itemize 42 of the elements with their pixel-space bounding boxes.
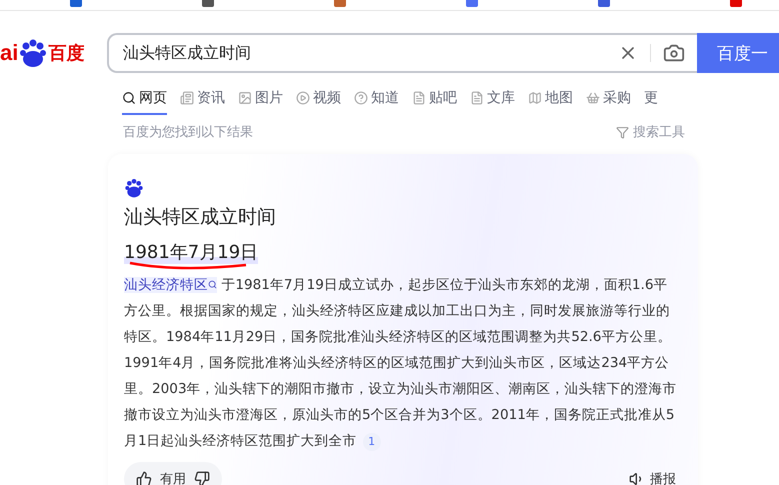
bookmark-icon[interactable]: [70, 0, 82, 7]
nav-tab[interactable]: 更: [644, 83, 658, 115]
nav-tab[interactable]: 采购: [586, 83, 631, 115]
thumbs-down-icon[interactable]: [194, 471, 210, 485]
tab-icon: [354, 91, 368, 105]
baidu-logo[interactable]: ai 百度: [0, 38, 107, 68]
tab-icon: [180, 91, 194, 105]
nav-tab[interactable]: 资讯: [180, 83, 225, 115]
nav-tab[interactable]: 地图: [528, 83, 573, 115]
search-button[interactable]: 百度一: [697, 33, 779, 73]
nav-tab[interactable]: 文库: [470, 83, 515, 115]
nav-tab[interactable]: 视频: [296, 83, 341, 115]
tab-icon: [528, 91, 542, 105]
tab-icon: [586, 91, 600, 105]
bookmark-icon[interactable]: [466, 0, 478, 7]
search-field[interactable]: 汕头特区成立时间: [107, 33, 697, 73]
tab-icon: [296, 91, 310, 105]
tab-icon: [470, 91, 484, 105]
term-link[interactable]: 汕头经济特区: [124, 277, 217, 293]
bookmark-icon[interactable]: [334, 0, 346, 7]
tab-icon: [412, 91, 426, 105]
bookmark-icon[interactable]: [598, 0, 610, 7]
useful-button[interactable]: 有用: [124, 462, 222, 485]
camera-icon[interactable]: [663, 42, 685, 64]
filter-icon: [616, 126, 629, 138]
tab-icon: [122, 91, 136, 105]
answer-title: 汕头特区成立时间: [124, 205, 277, 230]
search-icon: [208, 280, 217, 289]
paw-icon: [124, 178, 144, 198]
citation-badge[interactable]: 1: [362, 433, 381, 451]
bookmark-icon[interactable]: [202, 0, 214, 7]
nav-tab[interactable]: 网页: [122, 83, 167, 115]
nav-tab[interactable]: 知道: [354, 83, 399, 115]
search-tools-link[interactable]: 搜索工具: [616, 123, 685, 141]
answer-paragraph: 汕头经济特区 于1981年7月19日成立试办，起步区位于汕头市东郊的龙湖，面积1.6平方公里。根据国家的规定，汕头经济特区应建成以加工出口为主，同时发展旅游等行业的特区。1984年11月29日，国务院批准汕头经济特区的区域范围调整为共52.6平方公里。1991年4月，国务院批准将汕头经济特区的区域范围扩大到汕头市区，区域达234平方公里。2003年，汕头辖下的潮阳市撤市，设立为汕头市潮阳区、潮南区，汕头辖下的澄海市撤市设立为汕头市澄海区，原汕头市的5个区合并为3个区。2011年，国务院正式批准从5月1日起汕头经济特区范围扩大到全市 1: [124, 276, 678, 453]
result-info: 百度为您找到以下结果: [123, 124, 253, 141]
nav-tab[interactable]: 贴吧: [412, 83, 457, 115]
tab-icon: [238, 91, 252, 105]
bookmark-icon[interactable]: [730, 0, 742, 7]
read-aloud-button[interactable]: 播报: [623, 469, 682, 485]
thumbs-up-icon: [136, 471, 152, 485]
nav-tab[interactable]: 图片: [238, 83, 283, 115]
